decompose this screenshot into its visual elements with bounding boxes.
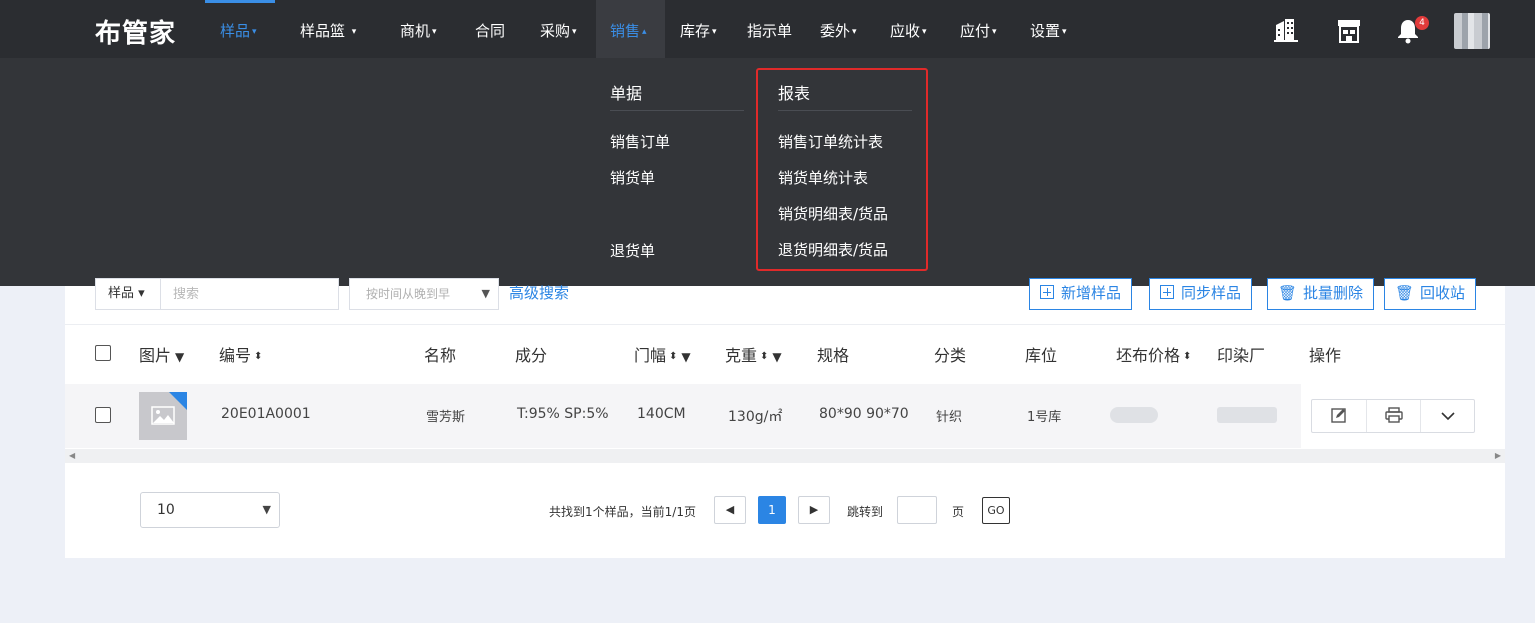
advanced-search-link[interactable]: 高级搜索 <box>509 282 569 303</box>
nav-item-opportunities[interactable]: 商机 ▾ <box>400 0 437 58</box>
batch-delete-button[interactable]: 🗑 批量删除 <box>1267 278 1375 310</box>
column-header-width[interactable]: 门幅 ⬍ ▼ <box>634 342 691 366</box>
column-header-spec: 规格 <box>817 346 850 365</box>
nav-item-inventory[interactable]: 库存 ▾ <box>680 0 717 58</box>
scroll-left-icon[interactable]: ◀ <box>69 451 75 460</box>
cell-weight: 130g/㎡ <box>728 409 783 425</box>
sort-icon[interactable]: ⬍ <box>760 351 768 362</box>
page-size-select[interactable]: 10 ▼ <box>140 492 280 528</box>
row-checkbox[interactable] <box>95 407 111 423</box>
nav-item-sample-basket[interactable]: 样品篮 ▾ <box>300 0 356 58</box>
divider <box>610 110 744 111</box>
column-header-greige-price[interactable]: 坯布价格 ⬍ <box>1116 342 1191 366</box>
blurred-greige-price <box>1110 407 1158 423</box>
page-number-button[interactable]: 1 <box>758 496 786 524</box>
divider <box>65 324 1505 325</box>
menu-item-sales-order[interactable]: 销售订单 <box>610 131 670 152</box>
nav-item-settings[interactable]: 设置 ▾ <box>1030 0 1067 58</box>
next-page-button[interactable]: ▶ <box>798 496 830 524</box>
trash-icon: 🗑 <box>1395 284 1415 302</box>
menu-item-return-detail[interactable]: 退货明细表/货品 <box>778 239 888 260</box>
nav-item-payables[interactable]: 应付 ▾ <box>960 0 997 58</box>
column-header-image[interactable]: 图片 ▼ <box>139 342 184 366</box>
divider <box>778 110 912 111</box>
top-navbar: 布管家 样品 ▾ 样品篮 ▾ 商机 ▾ 合同 采购 ▾ 销售 ▴ 库存 ▾ 指示单 委外 ▾… <box>0 0 1535 58</box>
print-icon[interactable] <box>1366 400 1420 432</box>
column-header-location: 库位 <box>1025 346 1058 365</box>
pagination-summary: 共找到1个样品，当前1/1页 <box>549 505 696 519</box>
jump-label: 跳转到 <box>847 505 884 519</box>
add-sample-button[interactable]: 新增样品 <box>1029 278 1133 310</box>
category-select[interactable]: 样品 ▾ <box>95 278 161 310</box>
plus-icon <box>1040 285 1054 299</box>
prev-page-button[interactable]: ◀ <box>714 496 746 524</box>
cell-width: 140CM <box>637 406 686 422</box>
column-header-name: 名称 <box>424 346 457 365</box>
avatar[interactable] <box>1454 13 1490 49</box>
column-header-code[interactable]: 编号 ⬍ <box>219 342 262 366</box>
chevron-down-icon: ▼ <box>262 503 271 516</box>
scroll-right-icon[interactable]: ▶ <box>1495 451 1501 460</box>
nav-item-purchasing[interactable]: 采购 ▾ <box>540 0 577 58</box>
page-unit-label: 页 <box>952 505 965 519</box>
logo: 布管家 <box>95 19 177 49</box>
nav-item-outsourcing[interactable]: 委外 ▾ <box>820 0 857 58</box>
filter-icon[interactable]: ▼ <box>772 350 781 364</box>
row-actions <box>1311 399 1475 433</box>
blurred-dye-factory <box>1217 407 1277 423</box>
sync-sample-button[interactable]: 同步样品 <box>1149 278 1253 310</box>
column-header-dye-factory: 印染厂 <box>1217 346 1266 365</box>
nav-item-instructions[interactable]: 指示单 <box>747 0 792 58</box>
menu-item-delivery-detail[interactable]: 销货明细表/货品 <box>778 203 888 224</box>
cell-code: 20E01A0001 <box>221 406 311 422</box>
cell-composition: T:95% SP:5% <box>517 406 609 422</box>
filter-icon[interactable]: ▼ <box>681 350 690 364</box>
cell-location: 1号库 <box>1027 410 1062 425</box>
sales-dropdown-menu: 单据 销售订单 销货单 退货单 报表 销售订单统计表 销货单统计表 销货明细表/… <box>0 58 1535 286</box>
plus-icon <box>1160 285 1174 299</box>
menu-item-sales-order-stats[interactable]: 销售订单统计表 <box>778 131 883 152</box>
sort-select[interactable]: 按时间从晚到早 ▼ <box>349 278 499 310</box>
notification-badge: 4 <box>1415 16 1429 30</box>
nav-item-sales[interactable]: 销售 ▴ <box>596 0 665 58</box>
select-all-checkbox[interactable] <box>95 345 111 361</box>
go-button[interactable]: GO <box>982 497 1010 524</box>
sort-icon[interactable]: ⬍ <box>669 351 677 362</box>
menu-item-delivery-note[interactable]: 销货单 <box>610 167 655 188</box>
jump-page-input[interactable] <box>897 496 937 524</box>
column-header-composition: 成分 <box>515 346 548 365</box>
trash-icon: 🗑 <box>1278 284 1298 302</box>
search-input[interactable] <box>160 278 339 310</box>
nav-item-contracts[interactable]: 合同 <box>475 0 505 58</box>
column-header-category: 分类 <box>934 346 967 365</box>
menu-item-delivery-stats[interactable]: 销货单统计表 <box>778 167 868 188</box>
new-corner-badge <box>169 392 187 410</box>
cell-category: 针织 <box>936 410 963 425</box>
column-header-actions: 操作 <box>1309 346 1342 365</box>
sample-thumbnail[interactable] <box>139 392 187 440</box>
chevron-down-icon: ▼ <box>481 287 490 300</box>
dropdown-section-reports-title: 报表 <box>778 84 811 103</box>
building-icon[interactable] <box>1273 17 1299 47</box>
edit-icon[interactable] <box>1312 400 1366 432</box>
recycle-bin-button[interactable]: 🗑 回收站 <box>1384 278 1477 310</box>
sort-icon[interactable]: ⬍ <box>1183 351 1191 362</box>
dropdown-section-documents-title: 单据 <box>610 84 643 103</box>
column-header-weight[interactable]: 克重 ⬍ ▼ <box>725 342 782 366</box>
nav-item-samples[interactable]: 样品 ▾ <box>205 0 275 58</box>
sort-icon[interactable]: ⬍ <box>254 351 262 362</box>
menu-item-return-note[interactable]: 退货单 <box>610 240 655 261</box>
filter-icon[interactable]: ▼ <box>175 350 184 364</box>
store-icon[interactable] <box>1337 19 1361 47</box>
horizontal-scrollbar[interactable]: ◀ ▶ <box>65 449 1505 463</box>
cell-name: 雪芳斯 <box>426 410 466 425</box>
chevron-down-icon[interactable] <box>1420 400 1474 432</box>
nav-item-receivables[interactable]: 应收 ▾ <box>890 0 927 58</box>
cell-spec: 80*90 90*70 <box>819 406 909 422</box>
